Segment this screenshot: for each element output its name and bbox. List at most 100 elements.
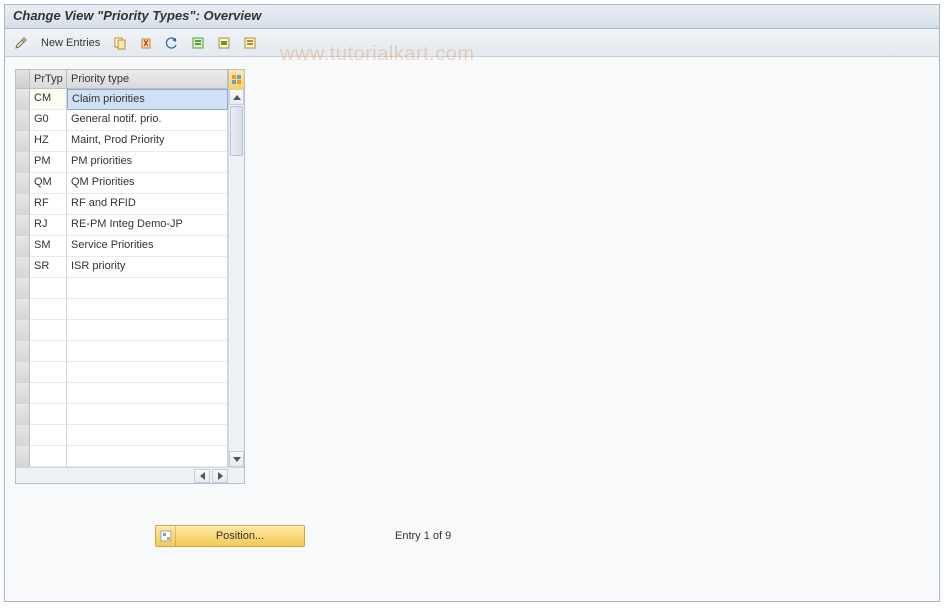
copy-icon[interactable] xyxy=(110,33,130,53)
cell-code[interactable] xyxy=(30,425,67,446)
cell-name[interactable] xyxy=(67,320,228,341)
table-row[interactable] xyxy=(16,404,244,425)
toolbar: New Entries xyxy=(5,29,939,57)
cell-name[interactable]: PM priorities xyxy=(67,152,228,173)
table-row[interactable] xyxy=(16,425,244,446)
cell-name[interactable] xyxy=(67,299,228,320)
position-icon xyxy=(156,526,176,546)
scroll-down-icon[interactable] xyxy=(229,451,244,467)
row-selector[interactable] xyxy=(16,236,30,257)
pencil-toggle-icon[interactable] xyxy=(11,33,31,53)
table-row[interactable] xyxy=(16,320,244,341)
cell-name[interactable]: Maint, Prod Priority xyxy=(67,131,228,152)
row-selector[interactable] xyxy=(16,110,30,131)
cell-name[interactable]: General notif. prio. xyxy=(67,110,228,131)
cell-name[interactable]: ISR priority xyxy=(67,257,228,278)
cell-name[interactable] xyxy=(67,425,228,446)
row-selector[interactable] xyxy=(16,404,30,425)
vertical-scrollbar[interactable] xyxy=(228,89,244,467)
grid-header-name[interactable]: Priority type xyxy=(67,70,228,89)
table-row[interactable] xyxy=(16,341,244,362)
row-selector[interactable] xyxy=(16,362,30,383)
content-area: PrTyp Priority type CMClaim prioritiesG0… xyxy=(5,57,939,496)
cell-code[interactable]: QM xyxy=(30,173,67,194)
app-frame: Change View "Priority Types": Overview N… xyxy=(4,4,940,602)
cell-name[interactable] xyxy=(67,278,228,299)
cell-name[interactable] xyxy=(67,404,228,425)
cell-code[interactable] xyxy=(30,404,67,425)
cell-code[interactable]: RF xyxy=(30,194,67,215)
cell-code[interactable] xyxy=(30,320,67,341)
scrollbar-thumb[interactable] xyxy=(230,106,243,156)
row-selector[interactable] xyxy=(16,89,30,110)
table-row[interactable] xyxy=(16,278,244,299)
cell-code[interactable]: SM xyxy=(30,236,67,257)
select-block-icon[interactable] xyxy=(214,33,234,53)
grid-header-selector[interactable] xyxy=(16,70,30,89)
header-bar: Change View "Priority Types": Overview xyxy=(5,5,939,29)
cell-name[interactable] xyxy=(67,446,228,467)
grid-config-icon[interactable] xyxy=(228,70,244,89)
deselect-all-icon[interactable] xyxy=(240,33,260,53)
table-row[interactable] xyxy=(16,362,244,383)
cell-code[interactable]: PM xyxy=(30,152,67,173)
row-selector[interactable] xyxy=(16,173,30,194)
cell-code[interactable]: CM xyxy=(30,89,67,110)
row-selector[interactable] xyxy=(16,257,30,278)
cell-code[interactable] xyxy=(30,278,67,299)
cell-name[interactable] xyxy=(67,383,228,404)
cell-name[interactable]: RF and RFID xyxy=(67,194,228,215)
table-row[interactable]: G0General notif. prio. xyxy=(16,110,244,131)
row-selector[interactable] xyxy=(16,383,30,404)
cell-code[interactable] xyxy=(30,341,67,362)
cell-name[interactable] xyxy=(67,362,228,383)
page-title: Change View "Priority Types": Overview xyxy=(13,8,931,23)
select-all-icon[interactable] xyxy=(188,33,208,53)
table-row[interactable]: SRISR priority xyxy=(16,257,244,278)
table-row[interactable]: QMQM Priorities xyxy=(16,173,244,194)
row-selector[interactable] xyxy=(16,131,30,152)
priority-grid: PrTyp Priority type CMClaim prioritiesG0… xyxy=(15,69,245,484)
table-row[interactable]: RJRE-PM Integ Demo-JP xyxy=(16,215,244,236)
row-selector[interactable] xyxy=(16,341,30,362)
cell-code[interactable]: SR xyxy=(30,257,67,278)
cell-code[interactable]: G0 xyxy=(30,110,67,131)
entry-status: Entry 1 of 9 xyxy=(395,530,451,542)
cell-code[interactable]: HZ xyxy=(30,131,67,152)
cell-code[interactable] xyxy=(30,383,67,404)
table-row[interactable] xyxy=(16,299,244,320)
scroll-up-icon[interactable] xyxy=(229,89,244,105)
table-row[interactable]: PMPM priorities xyxy=(16,152,244,173)
cell-code[interactable] xyxy=(30,299,67,320)
table-row[interactable]: SMService Priorities xyxy=(16,236,244,257)
row-selector[interactable] xyxy=(16,215,30,236)
cell-name[interactable] xyxy=(67,341,228,362)
cell-code[interactable]: RJ xyxy=(30,215,67,236)
position-button[interactable]: Position... xyxy=(155,525,305,547)
delete-icon[interactable] xyxy=(136,33,156,53)
table-row[interactable]: RFRF and RFID xyxy=(16,194,244,215)
row-selector[interactable] xyxy=(16,446,30,467)
cell-name[interactable]: Service Priorities xyxy=(67,236,228,257)
cell-code[interactable] xyxy=(30,446,67,467)
row-selector[interactable] xyxy=(16,299,30,320)
table-row[interactable] xyxy=(16,383,244,404)
cell-name[interactable]: Claim priorities xyxy=(67,89,228,110)
row-selector[interactable] xyxy=(16,320,30,341)
table-row[interactable]: HZMaint, Prod Priority xyxy=(16,131,244,152)
new-entries-button[interactable]: New Entries xyxy=(37,37,104,49)
undo-icon[interactable] xyxy=(162,33,182,53)
row-selector[interactable] xyxy=(16,278,30,299)
row-selector[interactable] xyxy=(16,152,30,173)
cell-code[interactable] xyxy=(30,362,67,383)
row-selector[interactable] xyxy=(16,425,30,446)
row-selector[interactable] xyxy=(16,194,30,215)
scroll-left-icon[interactable] xyxy=(194,469,210,483)
table-row[interactable] xyxy=(16,446,244,467)
grid-header-code[interactable]: PrTyp xyxy=(30,70,67,89)
horizontal-scrollbar[interactable] xyxy=(16,467,244,483)
table-row[interactable]: CMClaim priorities xyxy=(16,89,244,110)
scroll-right-icon[interactable] xyxy=(212,469,228,483)
cell-name[interactable]: RE-PM Integ Demo-JP xyxy=(67,215,228,236)
cell-name[interactable]: QM Priorities xyxy=(67,173,228,194)
